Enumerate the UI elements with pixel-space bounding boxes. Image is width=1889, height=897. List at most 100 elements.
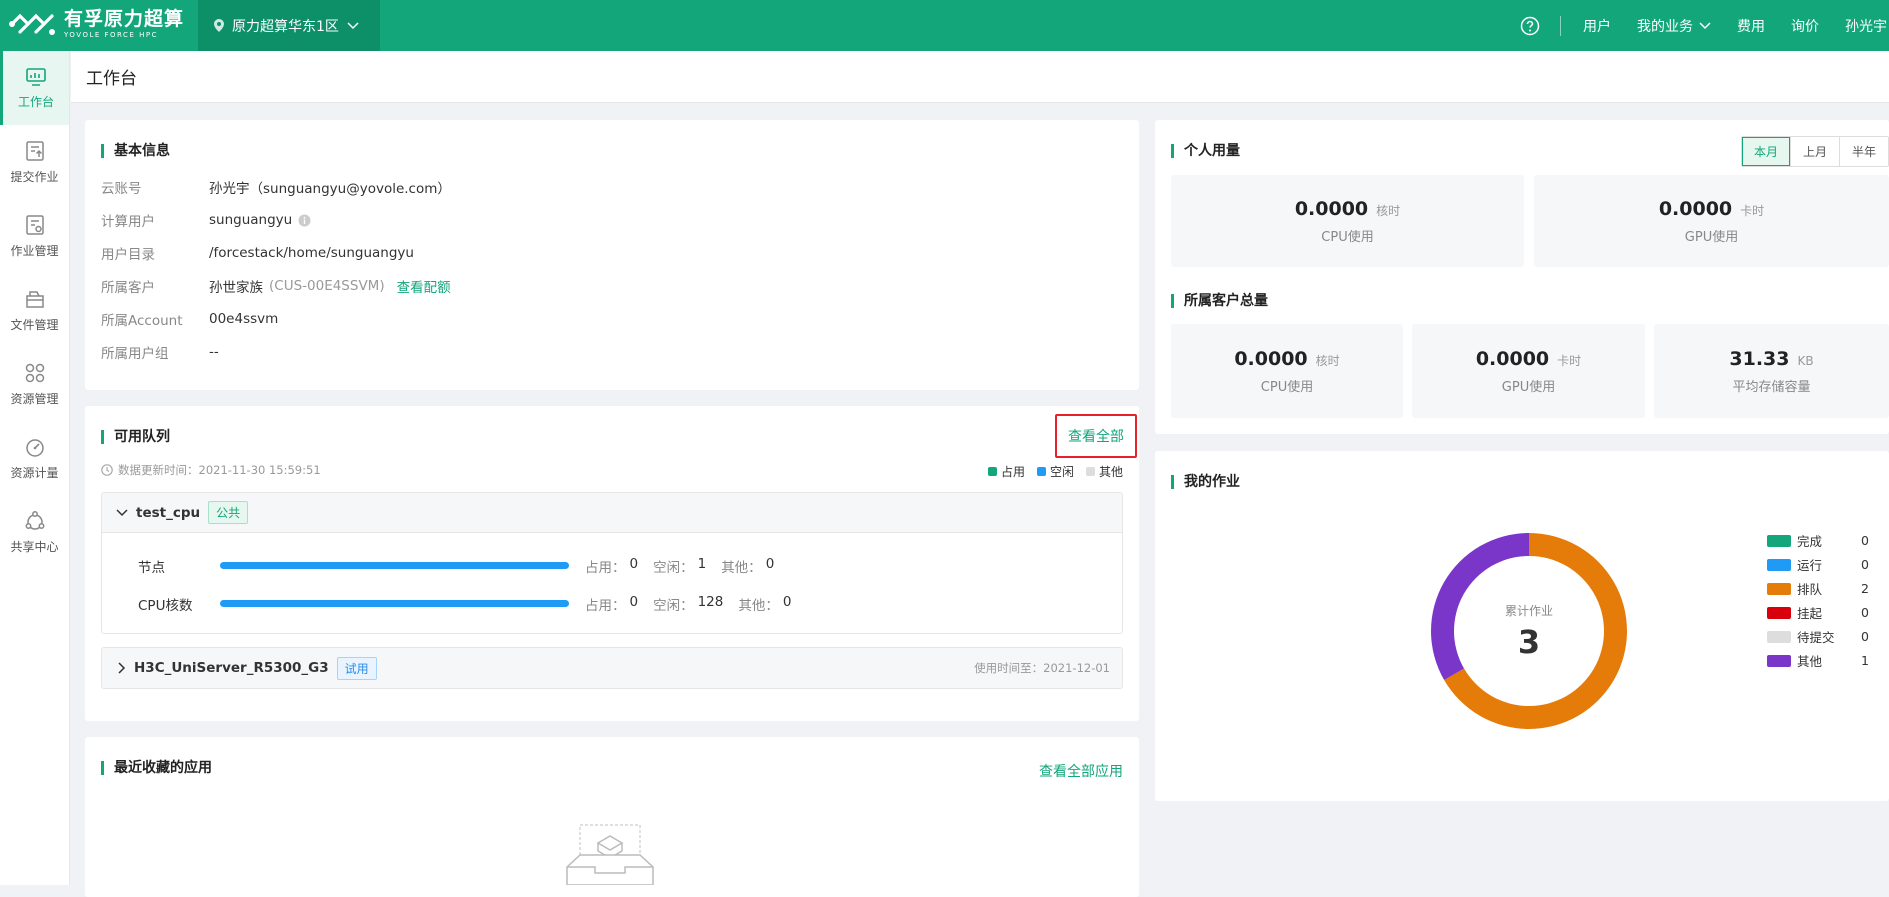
legend-swatch	[987, 467, 997, 476]
stat-value: 0.0000	[1294, 197, 1369, 220]
sidebar: 工作台 提交作业 作业管理 文件管理 资源管理 资源计量 共享中心	[0, 51, 70, 885]
info-row-compute-user: 计算用户 sunguangyu	[101, 210, 311, 230]
help-icon[interactable]	[1520, 16, 1540, 36]
grid-circles-icon	[25, 363, 44, 382]
stat-value: 0.0000	[1658, 197, 1733, 220]
legend-label: 空闲	[1049, 465, 1074, 479]
donut-center: 累计作业 3	[1429, 531, 1629, 731]
queue-row-cpu: CPU核数	[138, 594, 220, 614]
tab-this-month[interactable]: 本月	[1741, 137, 1791, 166]
basic-info-card: 基本信息 云账号 孙光宇（sunguangyu@yovole.com） 计算用户…	[85, 120, 1139, 390]
jobs-legend-item[interactable]: 运行 0	[1767, 555, 1869, 574]
queue-tag: 试用	[336, 656, 377, 680]
view-all-queues-button[interactable]: 查看全部	[1055, 414, 1137, 458]
legend-count: 0	[1861, 605, 1869, 620]
card-title: 最近收藏的应用	[101, 761, 212, 775]
updated-time: 数据更新时间：2021-11-30 15:59:51	[101, 462, 321, 478]
legend-count: 0	[1861, 533, 1869, 548]
share-icon	[25, 510, 44, 530]
sidebar-item-label: 文件管理	[10, 317, 59, 332]
queue-row-cpu-stats: 占用： 0 空闲： 128 其他： 0	[585, 594, 791, 614]
monitor-icon	[26, 67, 46, 86]
legend-count: 1	[1861, 653, 1869, 668]
legend-count: 0	[1861, 557, 1869, 572]
nav-user-label: 用户	[1583, 18, 1611, 35]
progress-bar-cpu	[220, 600, 569, 607]
legend-swatch	[1036, 467, 1046, 476]
sidebar-item-workbench[interactable]: 工作台	[0, 51, 69, 125]
stat-number: 0.0000 卡时	[1476, 348, 1581, 370]
sidebar-item-resource-management[interactable]: 资源管理	[0, 347, 69, 421]
legend-swatch	[1767, 582, 1791, 595]
stat-label: CPU使用	[1321, 229, 1374, 245]
legend-swatch	[1767, 558, 1791, 571]
queue-tag: 公共	[208, 501, 249, 524]
sidebar-item-resource-metering[interactable]: 资源计量	[0, 421, 69, 495]
legend-label: 待提交	[1797, 630, 1835, 645]
queue-header[interactable]: test_cpu 公共	[102, 493, 1122, 533]
view-all-apps-link[interactable]: 查看全部应用	[1039, 761, 1123, 781]
queue-name: H3C_UniServer_R5300_G3	[134, 660, 329, 676]
sidebar-item-job-management[interactable]: 作业管理	[0, 199, 69, 273]
donut-center-label: 累计作业	[1504, 603, 1553, 618]
sidebar-item-share-center[interactable]: 共享中心	[0, 495, 69, 569]
logo-icon	[9, 13, 55, 35]
personal-gpu-stat: 0.0000 卡时 GPU使用	[1534, 175, 1889, 267]
nav-my-business[interactable]: 我的业务	[1637, 16, 1711, 36]
info-key: 所属客户	[101, 280, 155, 296]
logo-name: 有孚原力超算	[64, 7, 185, 30]
jobs-legend-item[interactable]: 待提交 0	[1767, 627, 1869, 646]
stat-label: 空闲：	[653, 598, 694, 614]
stat-label: 其他：	[738, 598, 779, 614]
jobs-legend-item[interactable]: 其他 1	[1767, 651, 1869, 670]
card-title: 我的作业	[1171, 475, 1240, 489]
legend-swatch	[1767, 630, 1791, 643]
info-value: 孙光宇（sunguangyu@yovole.com）	[209, 181, 451, 197]
legend-label: 运行	[1797, 558, 1823, 573]
stat-value: 31.33	[1729, 347, 1790, 370]
card-title: 基本信息	[101, 144, 170, 158]
info-value-wrap: sunguangyu	[209, 210, 311, 230]
stat-unit: 核时	[1315, 353, 1340, 368]
legend-idle: 空闲	[1036, 463, 1074, 480]
chevron-right-icon	[118, 662, 126, 674]
card-title: 所属客户总量	[1171, 294, 1268, 308]
stat-value: 1	[697, 556, 707, 572]
info-key: 所属Account	[101, 313, 183, 329]
queue-item-h3c[interactable]: H3C_UniServer_R5300_G3 试用 使用时间至：2021-12-…	[101, 647, 1123, 689]
sidebar-item-submit-job[interactable]: 提交作业	[0, 125, 69, 199]
nav-inquiry-label: 询价	[1791, 18, 1819, 35]
queue-row-nodes: 节点	[138, 556, 220, 576]
stat-label: GPU使用	[1684, 229, 1739, 245]
stat-label: 其他：	[721, 560, 762, 576]
stat-number: 0.0000 卡时	[1659, 198, 1764, 220]
nav-billing[interactable]: 费用	[1737, 16, 1765, 36]
jobs-legend-item[interactable]: 完成 0	[1767, 531, 1869, 550]
nav-inquiry[interactable]: 询价	[1791, 16, 1819, 36]
progress-bar-nodes	[220, 562, 569, 569]
jobs-legend-item[interactable]: 挂起 0	[1767, 603, 1869, 622]
nav-account[interactable]: 孙光宇	[1845, 16, 1889, 36]
stat-number: 31.33 KB	[1729, 348, 1813, 370]
stat-label: 占用：	[585, 560, 626, 576]
page-title: 工作台	[86, 69, 137, 89]
stat-label: 空闲：	[653, 560, 694, 576]
stat-value: 0	[765, 556, 775, 572]
info-icon[interactable]	[298, 214, 311, 227]
view-quota-link[interactable]: 查看配额	[397, 276, 451, 296]
tab-half-year[interactable]: 半年	[1840, 137, 1888, 166]
legend-label: 其他	[1098, 465, 1123, 479]
stat-label: 占用：	[585, 598, 626, 614]
queue-expire: 使用时间至：2021-12-01	[974, 661, 1110, 675]
info-row-account: 所属Account 00e4ssvm	[101, 309, 278, 329]
tab-last-month[interactable]: 上月	[1791, 137, 1840, 166]
sidebar-item-file-management[interactable]: 文件管理	[0, 273, 69, 347]
customer-gpu-stat: 0.0000 卡时 GPU使用	[1412, 324, 1645, 418]
stat-unit: 卡时	[1740, 203, 1765, 218]
nav-user[interactable]: 用户	[1583, 16, 1611, 36]
region-selector[interactable]: 原力超算华东1区	[198, 0, 380, 51]
legend-swatch	[1767, 606, 1791, 619]
legend-swatch	[1767, 534, 1791, 547]
jobs-legend-item[interactable]: 排队 2	[1767, 579, 1869, 598]
logo[interactable]: 有孚原力超算 YOVOLE FORCE HPC	[8, 8, 184, 40]
